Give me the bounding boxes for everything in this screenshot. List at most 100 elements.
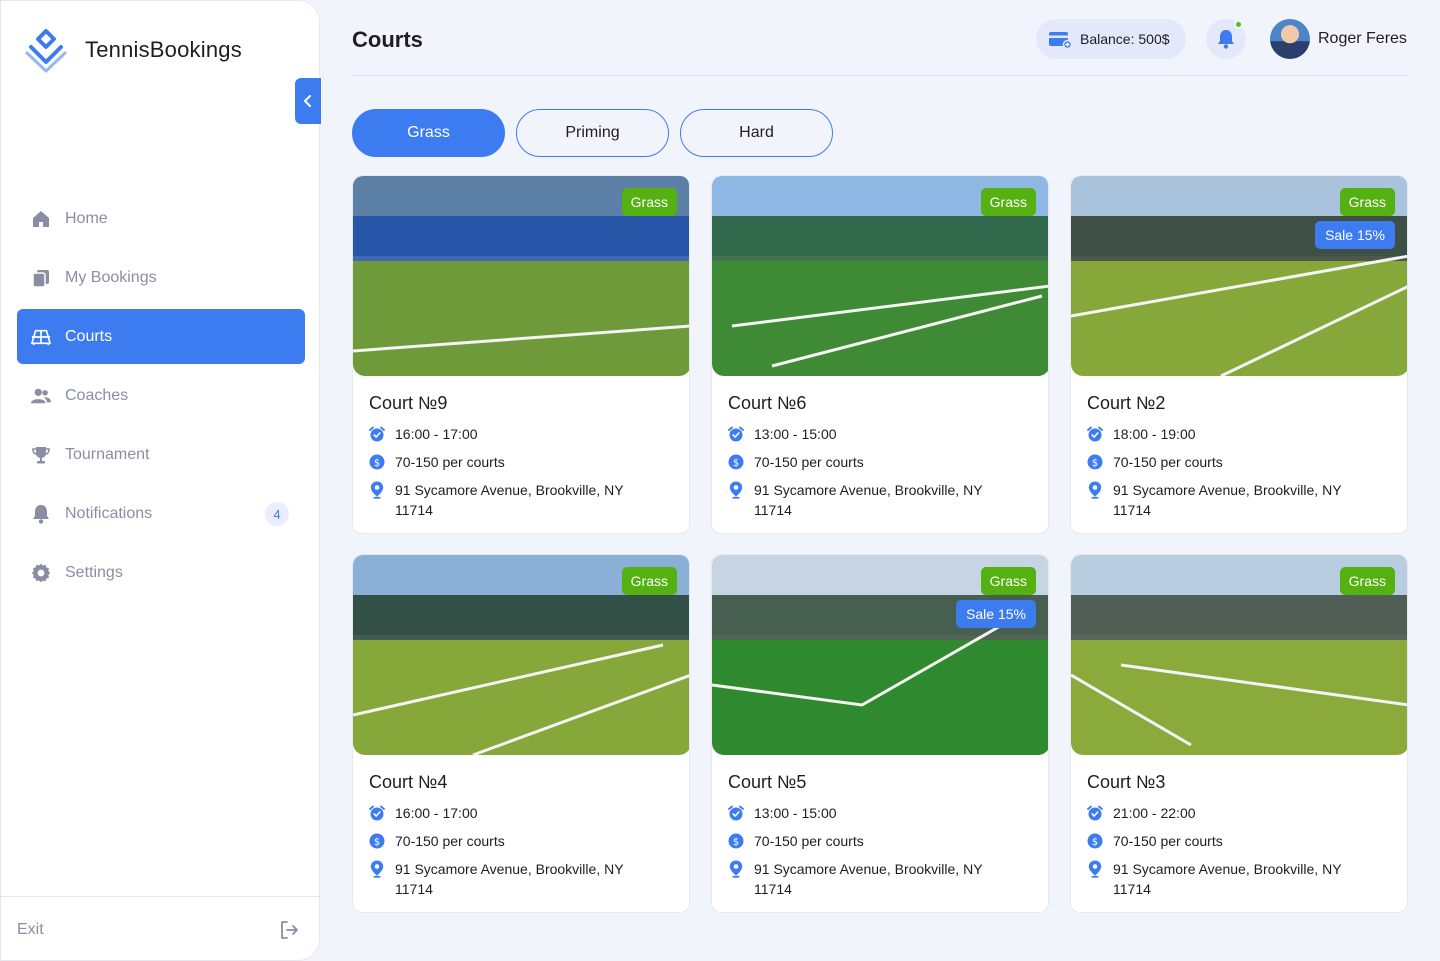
dollar-icon: $	[1087, 454, 1103, 470]
notifications-button[interactable]	[1206, 19, 1246, 59]
wallet-card-icon	[1049, 32, 1072, 49]
courts-grid: Grass Court №9 16:00 - 17:00 $ 70-150 pe…	[352, 175, 1408, 913]
court-address: 91 Sycamore Avenue, Brookville, NY 11714	[754, 480, 983, 520]
dollar-icon: $	[1087, 833, 1103, 849]
sidebar-item-label: My Bookings	[65, 268, 157, 286]
svg-text:$: $	[374, 458, 380, 469]
court-name: Court №9	[369, 393, 448, 413]
svg-text:$: $	[733, 837, 739, 848]
address-line-2: 11714	[395, 881, 433, 897]
location-pin-icon	[728, 481, 744, 499]
court-card[interactable]: Grass Court №6 13:00 - 15:00 $ 70-150 pe…	[711, 175, 1049, 534]
header-divider	[352, 75, 1408, 76]
bell-icon	[31, 504, 51, 524]
sidebar: TennisBookings Home My Bookings Courts C…	[0, 0, 321, 961]
filter-hard[interactable]: Hard	[680, 109, 833, 157]
balance-label: Balance: 500$	[1080, 31, 1170, 47]
location-pin-icon	[369, 481, 385, 499]
notification-count-badge: 4	[265, 502, 289, 526]
brand-logo[interactable]: TennisBookings	[23, 27, 242, 73]
court-card[interactable]: Grass Sale 15% Court №5 13:00 - 15:00 $ …	[711, 554, 1049, 913]
surface-tag: Grass	[1339, 567, 1395, 595]
location-pin-icon	[1087, 481, 1103, 499]
location-pin-icon	[728, 860, 744, 878]
dollar-icon: $	[728, 454, 744, 470]
court-address-row: 91 Sycamore Avenue, Brookville, NY 11714	[728, 480, 1028, 520]
court-time: 18:00 - 19:00	[1113, 426, 1196, 442]
court-icon	[31, 327, 51, 347]
svg-text:$: $	[733, 458, 739, 469]
surface-tag: Grass	[980, 188, 1036, 216]
svg-text:$: $	[1092, 458, 1098, 469]
court-time-row: 13:00 - 15:00	[728, 803, 837, 823]
court-address-row: 91 Sycamore Avenue, Brookville, NY 11714	[369, 859, 669, 899]
court-address: 91 Sycamore Avenue, Brookville, NY 11714	[754, 859, 983, 899]
sidebar-item-home[interactable]: Home	[17, 191, 305, 246]
court-time: 21:00 - 22:00	[1113, 805, 1196, 821]
court-card[interactable]: Grass Sale 15% Court №2 18:00 - 19:00 $ …	[1070, 175, 1408, 534]
court-time-row: 21:00 - 22:00	[1087, 803, 1196, 823]
court-address: 91 Sycamore Avenue, Brookville, NY 11714	[1113, 859, 1342, 899]
court-price: 70-150 per courts	[1113, 454, 1223, 470]
court-price: 70-150 per courts	[754, 833, 864, 849]
court-price-row: $ 70-150 per courts	[728, 831, 864, 851]
court-address: 91 Sycamore Avenue, Brookville, NY 11714	[1113, 480, 1342, 520]
balance-button[interactable]: Balance: 500$	[1036, 19, 1186, 59]
collapse-sidebar-button[interactable]	[295, 78, 321, 124]
court-time-row: 16:00 - 17:00	[369, 424, 478, 444]
alarm-clock-icon	[728, 426, 744, 442]
court-time: 13:00 - 15:00	[754, 426, 837, 442]
sidebar-item-label: Coaches	[65, 386, 129, 404]
court-name: Court №3	[1087, 772, 1166, 792]
court-time-row: 13:00 - 15:00	[728, 424, 837, 444]
user-menu[interactable]: Roger Feres	[1270, 19, 1407, 59]
court-time: 16:00 - 17:00	[395, 805, 478, 821]
sidebar-nav: Home My Bookings Courts Coaches Tourname…	[17, 191, 305, 604]
exit-label: Exit	[17, 920, 44, 938]
court-price: 70-150 per courts	[395, 833, 505, 849]
logout-icon	[281, 920, 298, 939]
court-address: 91 Sycamore Avenue, Brookville, NY 11714	[395, 859, 624, 899]
filter-priming[interactable]: Priming	[516, 109, 669, 157]
sidebar-item-label: Notifications	[65, 504, 153, 522]
svg-text:$: $	[374, 837, 380, 848]
court-time-row: 16:00 - 17:00	[369, 803, 478, 823]
court-price-row: $ 70-150 per courts	[1087, 831, 1223, 851]
alarm-clock-icon	[1087, 805, 1103, 821]
court-card[interactable]: Grass Court №9 16:00 - 17:00 $ 70-150 pe…	[352, 175, 690, 534]
alarm-clock-icon	[728, 805, 744, 821]
user-name: Roger Feres	[1318, 30, 1407, 47]
brand-name: TennisBookings	[85, 37, 242, 62]
alarm-clock-icon	[369, 805, 385, 821]
court-price: 70-150 per courts	[754, 454, 864, 470]
court-address-row: 91 Sycamore Avenue, Brookville, NY 11714	[1087, 859, 1387, 899]
chevron-left-icon	[304, 95, 311, 107]
sidebar-item-settings[interactable]: Settings	[17, 545, 305, 600]
surface-tag: Grass	[1339, 188, 1395, 216]
court-name: Court №6	[728, 393, 807, 413]
sidebar-item-tournament[interactable]: Tournament	[17, 427, 305, 482]
notification-dot	[1234, 20, 1243, 29]
dollar-icon: $	[369, 454, 385, 470]
alarm-clock-icon	[369, 426, 385, 442]
avatar	[1270, 19, 1310, 59]
court-price-row: $ 70-150 per courts	[369, 831, 505, 851]
svg-text:$: $	[1092, 837, 1098, 848]
sidebar-item-notifications[interactable]: Notifications 4	[17, 486, 305, 541]
surface-tag: Grass	[621, 188, 677, 216]
sidebar-item-coaches[interactable]: Coaches	[17, 368, 305, 423]
address-line-2: 11714	[1113, 881, 1151, 897]
sidebar-item-label: Courts	[65, 327, 113, 345]
dollar-icon: $	[728, 833, 744, 849]
exit-button[interactable]: Exit	[1, 896, 321, 961]
logo-icon	[25, 29, 67, 73]
court-card[interactable]: Grass Court №4 16:00 - 17:00 $ 70-150 pe…	[352, 554, 690, 913]
sidebar-item-courts[interactable]: Courts	[17, 309, 305, 364]
sidebar-item-my-bookings[interactable]: My Bookings	[17, 250, 305, 305]
court-card[interactable]: Grass Court №3 21:00 - 22:00 $ 70-150 pe…	[1070, 554, 1408, 913]
address-line-2: 11714	[1113, 502, 1151, 518]
filter-grass[interactable]: Grass	[352, 109, 505, 157]
bookings-icon	[31, 268, 51, 288]
sidebar-item-label: Settings	[65, 563, 123, 581]
surface-tag: Grass	[621, 567, 677, 595]
